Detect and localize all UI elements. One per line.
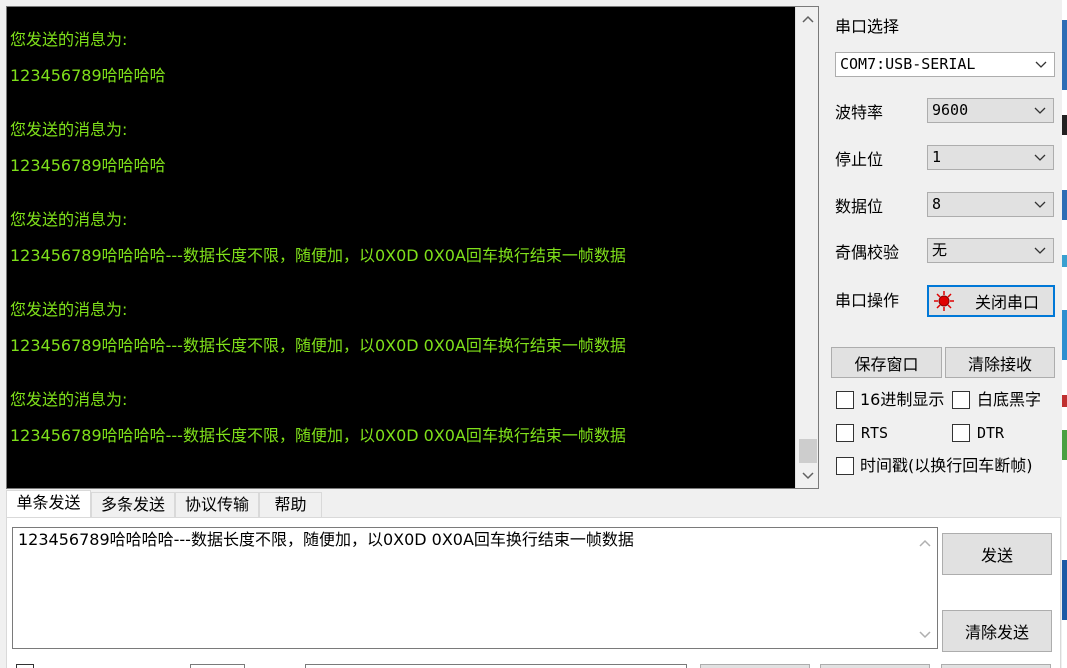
- edge-strip: [1062, 255, 1067, 267]
- tab-protocol[interactable]: 协议传输: [175, 492, 259, 517]
- send-scrollbar[interactable]: [913, 528, 937, 648]
- timestamp-label: 时间戳(以换行回车断帧): [860, 456, 1033, 475]
- send-text: 123456789哈哈哈哈---数据长度不限，随便加，以0X0D 0X0A回车换…: [18, 530, 634, 549]
- receive-line: 您发送的消息为:: [10, 120, 128, 139]
- stop-bits-label: 停止位: [835, 150, 884, 169]
- scroll-down-icon[interactable]: [916, 626, 933, 643]
- chevron-down-icon: [1034, 247, 1046, 254]
- port-label: 串口选择: [835, 17, 900, 36]
- edge-strip: [1062, 115, 1067, 135]
- white-bg-checkbox[interactable]: [952, 391, 970, 409]
- timestamp-checkbox[interactable]: [836, 457, 854, 475]
- chevron-down-icon: [1035, 61, 1047, 68]
- serial-op-label: 串口操作: [835, 291, 900, 310]
- parity-select[interactable]: 无: [927, 238, 1054, 263]
- port-indicator-icon: [934, 291, 954, 311]
- chevron-down-icon: [1034, 201, 1046, 208]
- bottom-button-partial[interactable]: [700, 664, 810, 668]
- stop-bits-value: 1: [932, 148, 942, 166]
- bottom-checkbox-partial[interactable]: [16, 664, 34, 668]
- clear-send-button[interactable]: 清除发送: [942, 610, 1052, 652]
- port-select[interactable]: COM7:USB-SERIAL: [835, 52, 1055, 77]
- receive-line: 您发送的消息为:: [10, 30, 128, 49]
- bottom-field-partial[interactable]: [305, 664, 687, 668]
- dtr-label: DTR: [977, 424, 1005, 442]
- tab-multi-send[interactable]: 多条发送: [91, 492, 175, 517]
- receive-scrollbar[interactable]: [795, 7, 818, 488]
- data-bits-value: 8: [932, 195, 942, 213]
- parity-value: 无: [932, 241, 948, 259]
- dtr-checkbox[interactable]: [952, 424, 970, 442]
- receive-line: 您发送的消息为:: [10, 390, 128, 409]
- parity-label: 奇偶校验: [835, 243, 900, 262]
- port-value: COM7:USB-SERIAL: [840, 55, 976, 73]
- stop-bits-select[interactable]: 1: [927, 145, 1054, 170]
- receive-line: 123456789哈哈哈哈---数据长度不限，随便加，以0X0D 0X0A回车换…: [10, 336, 626, 355]
- bottom-input-partial[interactable]: [190, 664, 245, 668]
- receive-line: 123456789哈哈哈哈---数据长度不限，随便加，以0X0D 0X0A回车换…: [10, 426, 626, 445]
- baud-label: 波特率: [835, 103, 884, 122]
- baud-value: 9600: [932, 101, 969, 119]
- edge-strip: [1062, 20, 1067, 90]
- receive-line: 您发送的消息为:: [10, 300, 128, 319]
- scroll-down-icon[interactable]: [799, 467, 816, 484]
- edge-strip: [1062, 430, 1067, 460]
- send-input[interactable]: 123456789哈哈哈哈---数据长度不限，随便加，以0X0D 0X0A回车换…: [12, 527, 938, 649]
- receive-line: 123456789哈哈哈哈: [10, 66, 166, 85]
- bottom-button-partial[interactable]: [941, 664, 1051, 668]
- baud-select[interactable]: 9600: [927, 98, 1054, 123]
- scroll-up-icon[interactable]: [799, 10, 816, 27]
- receive-text: 您发送的消息为: 123456789哈哈哈哈 您发送的消息为: 12345678…: [7, 7, 795, 488]
- edge-strip: [1062, 310, 1067, 360]
- data-bits-label: 数据位: [835, 197, 884, 216]
- rts-label: RTS: [861, 424, 889, 442]
- tab-single-send[interactable]: 单条发送: [6, 490, 91, 518]
- edge-strip: [1062, 560, 1067, 620]
- rts-checkbox[interactable]: [836, 424, 854, 442]
- receive-line: 123456789哈哈哈哈: [10, 156, 166, 175]
- save-window-button[interactable]: 保存窗口: [831, 347, 942, 378]
- receive-area[interactable]: 您发送的消息为: 123456789哈哈哈哈 您发送的消息为: 12345678…: [6, 6, 819, 489]
- close-port-button[interactable]: 关闭串口: [927, 285, 1055, 317]
- receive-line: 您发送的消息为:: [10, 210, 128, 229]
- data-bits-select[interactable]: 8: [927, 192, 1054, 217]
- send-button[interactable]: 发送: [942, 533, 1052, 575]
- edge-strip: [1062, 190, 1067, 220]
- chevron-down-icon: [1034, 154, 1046, 161]
- receive-line: 123456789哈哈哈哈---数据长度不限，随便加，以0X0D 0X0A回车换…: [10, 246, 626, 265]
- chevron-down-icon: [1034, 107, 1046, 114]
- scroll-up-icon[interactable]: [916, 534, 933, 551]
- scroll-thumb[interactable]: [799, 439, 817, 463]
- close-port-label: 关闭串口: [975, 293, 1040, 312]
- bottom-button-partial[interactable]: [820, 664, 930, 668]
- white-bg-label: 白底黑字: [977, 390, 1042, 409]
- edge-strip: [1062, 395, 1067, 407]
- hex-display-checkbox[interactable]: [836, 391, 854, 409]
- hex-display-label: 16进制显示: [860, 390, 945, 409]
- clear-receive-button[interactable]: 清除接收: [945, 347, 1055, 378]
- tab-help[interactable]: 帮助: [259, 492, 322, 517]
